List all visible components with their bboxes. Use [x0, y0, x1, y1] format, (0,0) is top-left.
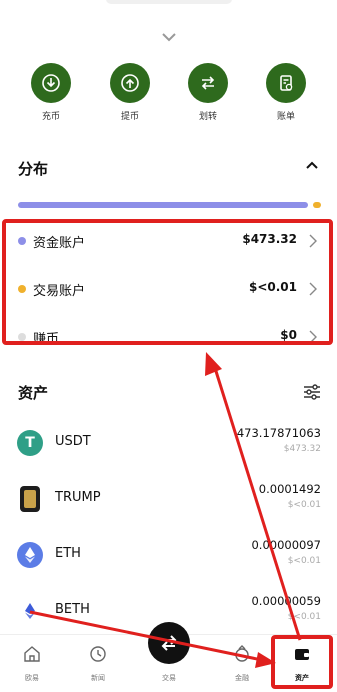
tab-label: 欧易 — [25, 674, 39, 682]
asset-quantity: 0.0001492 — [258, 482, 321, 496]
asset-value: $<0.01 — [287, 500, 321, 510]
quick-actions: 充币 提币 划转 账单 — [0, 63, 337, 133]
distribution-bar-minor — [313, 202, 321, 208]
deposit-icon — [31, 63, 71, 103]
finance-icon — [235, 645, 249, 662]
beth-icon — [17, 598, 43, 624]
tab-label: 交易 — [162, 674, 176, 682]
transfer-icon — [188, 63, 228, 103]
transfer-label: 划转 — [198, 112, 217, 122]
withdraw-button[interactable]: 提币 — [102, 63, 158, 122]
asset-quantity: 0.00000059 — [251, 594, 321, 608]
asset-symbol: BETH — [55, 602, 90, 617]
asset-value: $<0.01 — [287, 612, 321, 622]
asset-symbol: TRUMP — [55, 490, 101, 505]
asset-row-trump[interactable]: TRUMP 0.0001492 $<0.01 — [0, 482, 337, 538]
bill-icon — [266, 63, 306, 103]
tab-home[interactable]: 欧易 — [10, 643, 54, 683]
trump-icon — [20, 486, 40, 512]
asset-quantity: 473.17871063 — [236, 426, 321, 440]
transfer-button[interactable]: 划转 — [180, 63, 236, 122]
asset-value: $473.32 — [283, 444, 321, 454]
usdt-icon: T — [17, 430, 43, 456]
tab-label: 金融 — [235, 674, 249, 682]
tab-trade[interactable]: 交易 — [147, 667, 191, 683]
distribution-bar — [18, 202, 308, 208]
top-handle — [106, 0, 232, 4]
chevron-down-icon[interactable] — [160, 31, 178, 43]
assets-title: 资产 — [18, 384, 49, 402]
bill-button[interactable]: 账单 — [258, 63, 314, 122]
asset-quantity: 0.00000097 — [251, 538, 321, 552]
distribution-title: 分布 — [18, 160, 49, 178]
trade-button[interactable] — [148, 622, 190, 664]
annotation-tab-highlight — [271, 635, 333, 689]
asset-symbol: USDT — [55, 434, 91, 449]
asset-row-eth[interactable]: ETH 0.00000097 $<0.01 — [0, 538, 337, 594]
filter-icon[interactable] — [303, 384, 321, 400]
tab-news[interactable]: 新闻 — [76, 643, 120, 683]
withdraw-label: 提币 — [120, 112, 139, 122]
withdraw-icon — [110, 63, 150, 103]
deposit-label: 充币 — [41, 112, 60, 122]
asset-symbol: ETH — [55, 546, 81, 561]
annotation-highlight-box — [2, 219, 333, 345]
chevron-up-icon[interactable] — [305, 160, 319, 170]
deposit-button[interactable]: 充币 — [23, 63, 79, 122]
asset-value: $<0.01 — [287, 556, 321, 566]
bill-label: 账单 — [276, 112, 295, 122]
tab-label: 新闻 — [91, 674, 105, 682]
news-icon — [90, 646, 106, 662]
asset-row-usdt[interactable]: T USDT 473.17871063 $473.32 — [0, 426, 337, 482]
tab-finance[interactable]: 金融 — [220, 643, 264, 683]
eth-icon — [17, 542, 43, 568]
trade-icon — [161, 635, 177, 651]
home-icon — [24, 646, 40, 662]
